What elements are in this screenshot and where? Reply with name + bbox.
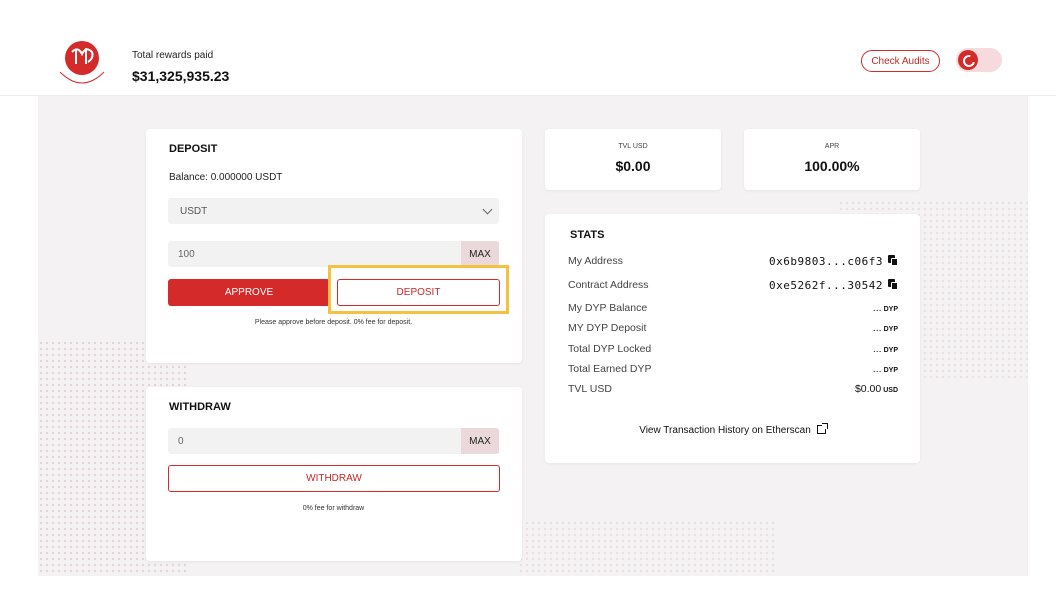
deposit-note: Please approve before deposit. 0% fee fo… <box>254 319 413 326</box>
deposit-balance: Balance: 0.000000 USDT <box>169 172 283 183</box>
tvl-usd-value: $0.00 <box>854 383 882 395</box>
tvl-value: $0.00 <box>615 158 651 174</box>
deposit-card: DEPOSIT Balance: 0.000000 USDT USDT 100 … <box>146 129 522 363</box>
stat-label: Total Earned DYP <box>568 363 652 375</box>
chevron-down-icon <box>482 204 493 215</box>
stat-value: $0.00 USD <box>855 383 898 395</box>
withdraw-amount-value: 0 <box>178 435 184 447</box>
stat-value: ... DYP <box>873 302 898 314</box>
tvl-label: TVL USD <box>618 143 648 150</box>
dyp-deposit-value: ... <box>872 322 882 334</box>
stat-row-contract-address: Contract Address 0xe5262f...30542 <box>568 279 898 297</box>
withdraw-amount-input[interactable]: 0 MAX <box>168 428 499 454</box>
unit-label: USD <box>883 387 898 394</box>
stat-row-dyp-balance: My DYP Balance ... DYP <box>568 302 898 320</box>
toggle-knob <box>958 50 978 70</box>
stat-label: My Address <box>568 255 623 267</box>
apr-value: 100.00% <box>804 158 860 174</box>
copy-icon[interactable] <box>888 255 898 266</box>
top-bar: Total rewards paid $31,325,935.23 Check … <box>0 0 1056 96</box>
etherscan-link[interactable]: View Transaction History on Etherscan <box>545 423 920 436</box>
stat-label: MY DYP Deposit <box>568 322 647 334</box>
apr-label: APR <box>824 143 840 150</box>
withdraw-max-button[interactable]: MAX <box>461 428 499 454</box>
tvl-card: TVL USD $0.00 <box>545 129 721 190</box>
external-link-icon <box>816 423 828 434</box>
dyp-logo-icon[interactable] <box>54 40 110 90</box>
stat-row-total-locked: Total DYP Locked ... DYP <box>568 343 898 361</box>
approve-button[interactable]: APPROVE <box>168 279 330 306</box>
deposit-max-button[interactable]: MAX <box>461 241 499 267</box>
deposit-amount-input[interactable]: 100 MAX <box>168 241 499 267</box>
stats-card: STATS My Address 0x6b9803...c06f3 Contra… <box>545 214 920 463</box>
withdraw-button[interactable]: WITHDRAW <box>168 465 500 492</box>
unit-label: DYP <box>883 306 898 313</box>
stat-value: ... DYP <box>873 343 898 355</box>
unit-label: DYP <box>883 326 898 333</box>
unit-label: DYP <box>883 367 898 374</box>
withdraw-note: 0% fee for withdraw <box>302 505 365 512</box>
copy-icon[interactable] <box>888 279 898 290</box>
stat-row-tvl-usd: TVL USD $0.00 USD <box>568 383 898 401</box>
stat-row-my-address: My Address 0x6b9803...c06f3 <box>568 255 898 273</box>
deposit-button-highlight <box>328 265 509 314</box>
moon-icon <box>960 52 978 70</box>
stat-value: ... DYP <box>873 363 898 375</box>
my-address-value: 0x6b9803...c06f3 <box>769 255 883 268</box>
stat-value: 0x6b9803...c06f3 <box>769 255 898 268</box>
stat-value: ... DYP <box>873 322 898 334</box>
stat-row-dyp-deposit: MY DYP Deposit ... DYP <box>568 322 898 340</box>
stat-label: My DYP Balance <box>568 302 648 314</box>
stat-row-total-earned: Total Earned DYP ... DYP <box>568 363 898 381</box>
stat-label: Total DYP Locked <box>568 343 652 355</box>
stat-value: 0xe5262f...30542 <box>769 279 898 292</box>
contract-address-value: 0xe5262f...30542 <box>769 279 883 292</box>
dyp-balance-value: ... <box>872 302 882 314</box>
etherscan-link-label: View Transaction History on Etherscan <box>639 425 811 436</box>
unit-label: DYP <box>883 347 898 354</box>
stat-label: TVL USD <box>568 383 612 395</box>
stat-label: Contract Address <box>568 279 649 291</box>
deposit-amount-value: 100 <box>178 248 195 260</box>
withdraw-card: WITHDRAW 0 MAX WITHDRAW 0% fee for withd… <box>146 387 522 561</box>
total-earned-value: ... <box>872 363 882 375</box>
theme-toggle[interactable] <box>956 48 1002 72</box>
apr-card: APR 100.00% <box>744 129 920 190</box>
deposit-title: DEPOSIT <box>169 143 218 155</box>
rewards-label: Total rewards paid <box>132 50 214 61</box>
rewards-value: $31,325,935.23 <box>132 68 230 84</box>
token-select[interactable]: USDT <box>168 198 499 224</box>
token-select-value: USDT <box>180 205 208 217</box>
withdraw-title: WITHDRAW <box>169 401 231 413</box>
total-locked-value: ... <box>872 343 882 355</box>
check-audits-button[interactable]: Check Audits <box>861 50 940 72</box>
decorative-map-dots <box>518 520 778 576</box>
stats-title: STATS <box>570 229 605 241</box>
